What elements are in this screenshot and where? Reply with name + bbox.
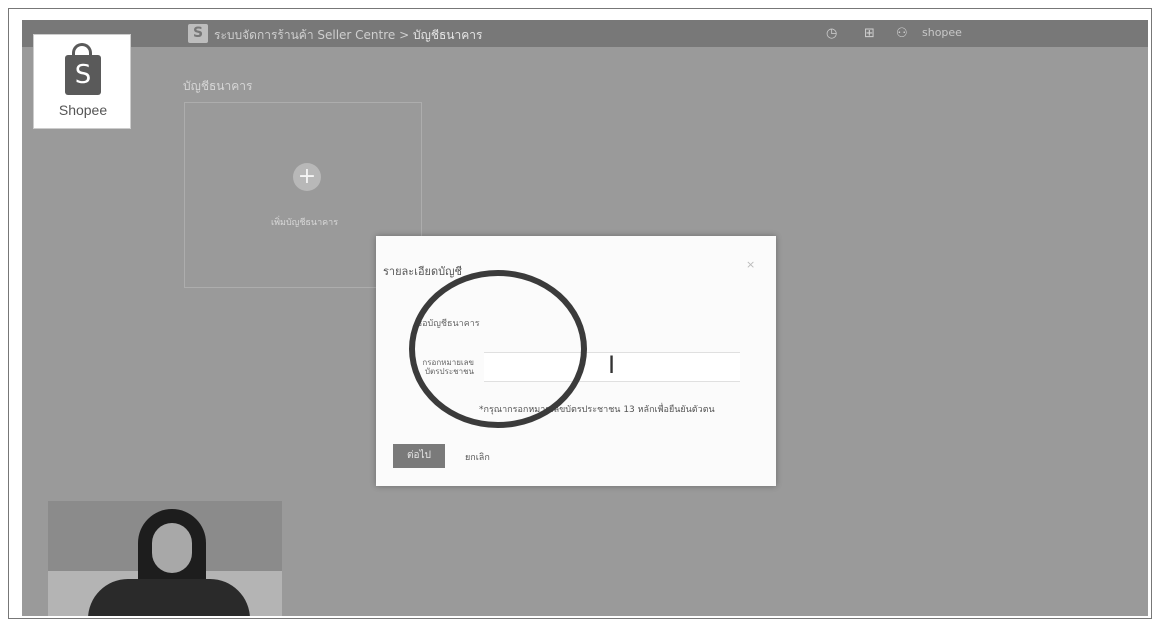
breadcrumb: ระบบจัดการร้านค้า Seller Centre > บัญชีธ…: [214, 26, 482, 45]
presenter-face: [152, 523, 192, 573]
modal-title: รายละเอียดบัญชี: [383, 265, 462, 278]
shopee-logo: S Shopee: [33, 34, 131, 129]
clock-icon[interactable]: ◷: [826, 26, 837, 41]
breadcrumb-prefix[interactable]: ระบบจัดการร้านค้า Seller Centre >: [214, 28, 409, 42]
breadcrumb-current: บัญชีธนาคาร: [413, 28, 483, 42]
user-name[interactable]: shopee: [922, 26, 962, 39]
presenter-body: [88, 579, 250, 616]
page-title: บัญชีธนาคาร: [183, 79, 253, 93]
top-bar: S ระบบจัดการร้านค้า Seller Centre > บัญช…: [22, 20, 1148, 47]
add-icon[interactable]: +: [293, 163, 321, 191]
highlight-circle: [409, 270, 587, 428]
next-button[interactable]: ต่อไป: [393, 444, 445, 468]
text-cursor-icon: I: [608, 351, 616, 379]
user-icon[interactable]: ⚇: [896, 26, 908, 41]
add-bank-account-label[interactable]: เพิ่มบัญชีธนาคาร: [271, 215, 338, 229]
seller-centre-logo-icon[interactable]: S: [188, 24, 208, 43]
shopee-s-glyph: S: [74, 60, 92, 90]
presenter-webcam: [48, 501, 282, 616]
cancel-button[interactable]: ยกเลิก: [465, 450, 490, 464]
app-screen: S ระบบจัดการร้านค้า Seller Centre > บัญช…: [22, 20, 1148, 616]
shopee-wordmark: Shopee: [58, 102, 108, 118]
grid-icon[interactable]: ⊞: [864, 26, 875, 41]
close-icon[interactable]: ×: [746, 258, 755, 271]
